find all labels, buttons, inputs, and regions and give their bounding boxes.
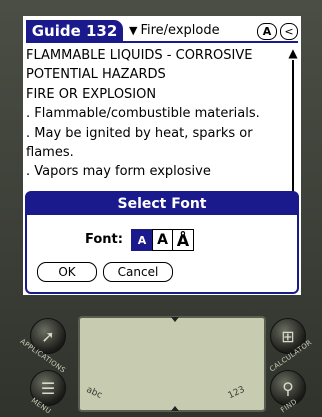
scroll-up-arrow-icon[interactable]: ▲ <box>288 47 298 59</box>
palm-device: Guide 132 ▼ Fire/explode A < FLAMMABLE LI… <box>0 0 322 417</box>
text-line: POTENTIAL HAZARDS <box>26 67 166 83</box>
title-bar: Guide 132 ▼ Fire/explode A < <box>26 20 298 43</box>
app-screen: Guide 132 ▼ Fire/explode A < FLAMMABLE LI… <box>23 16 301 295</box>
title-underline <box>26 41 298 43</box>
back-button[interactable]: < <box>280 23 298 40</box>
text-line: FIRE OR EXPLOSION <box>26 86 157 102</box>
ok-button[interactable]: OK <box>37 262 97 282</box>
font-label: Font: <box>85 232 123 247</box>
text-line: flames. <box>26 145 74 161</box>
select-font-dialog: Select Font Font: A A Å OK Cancel <box>25 191 299 294</box>
cancel-button[interactable]: Cancel <box>103 262 173 282</box>
graffiti-letters-label: abc <box>84 385 104 401</box>
text-line: . Flammable/combustible materials. <box>26 106 260 122</box>
text-line: . Vapors may form explosive <box>26 164 211 180</box>
category-dropdown[interactable]: ▼ Fire/explode <box>129 21 220 41</box>
graffiti-input-area[interactable]: abc 123 <box>78 316 266 412</box>
category-label: Fire/explode <box>140 23 220 38</box>
font-options: A A Å <box>131 229 194 251</box>
graffiti-numbers-label: 123 <box>226 384 247 402</box>
dropdown-triangle-icon: ▼ <box>129 24 138 37</box>
text-line: . May be ignited by heat, sparks or <box>26 125 253 141</box>
font-option-small[interactable]: A <box>131 229 153 251</box>
text-line: FLAMMABLE LIQUIDS - CORROSIVE <box>26 48 253 63</box>
scrollbar[interactable]: ▲ <box>288 47 298 198</box>
graffiti-divider-marker <box>171 317 179 322</box>
guide-text: FLAMMABLE LIQUIDS - CORROSIVE POTENTIAL … <box>26 46 284 182</box>
font-option-bold[interactable]: A <box>151 229 174 251</box>
scroll-track[interactable] <box>292 60 294 195</box>
dialog-title: Select Font <box>27 193 297 215</box>
font-toggle-button[interactable]: A <box>257 23 277 40</box>
font-option-large[interactable]: Å <box>172 229 194 251</box>
graffiti-divider-marker <box>171 406 179 411</box>
guide-tab[interactable]: Guide 132 <box>26 20 123 42</box>
